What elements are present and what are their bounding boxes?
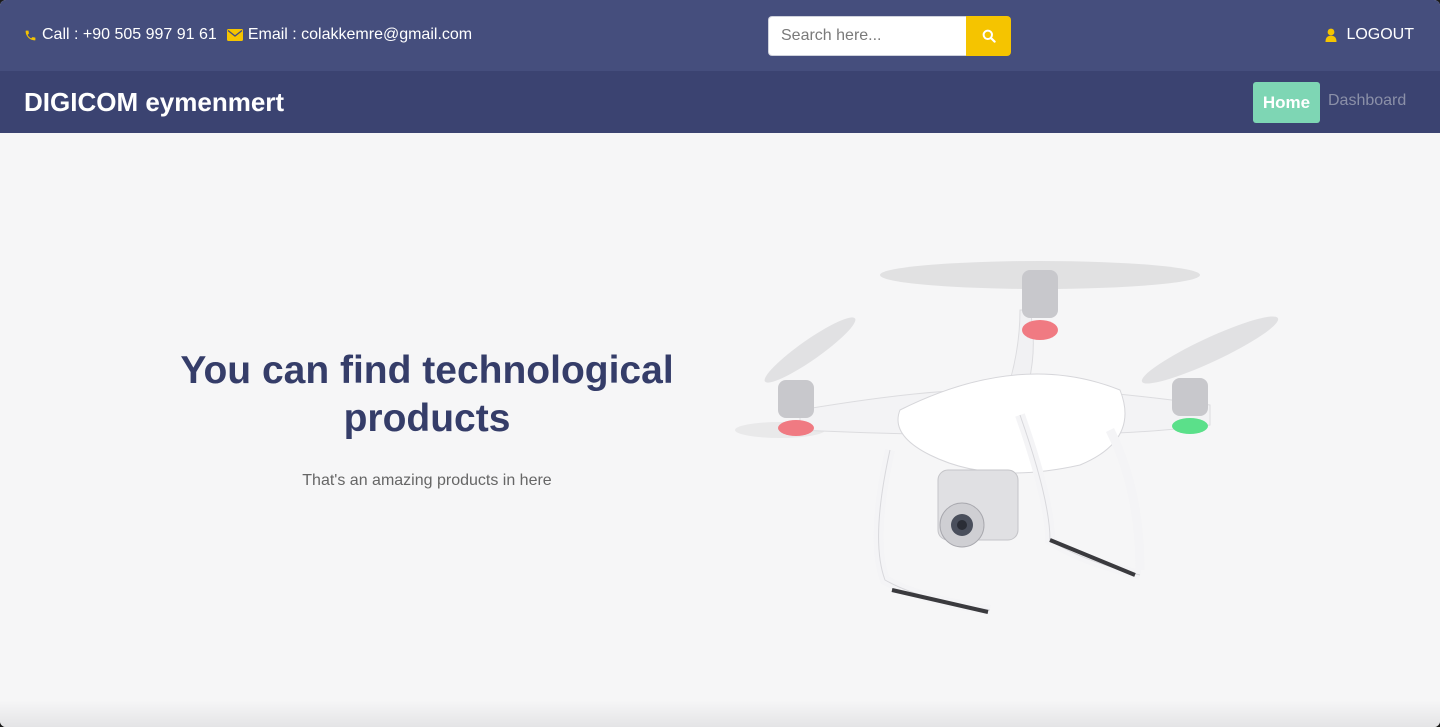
hero-subtitle: That's an amazing products in here: [302, 472, 552, 489]
main-navbar: DIGICOM eymenmert Home Dashboard: [0, 71, 1440, 133]
phone-icon: [25, 30, 36, 40]
contact-info: Call : +90 505 997 91 61 Email : colakke…: [24, 26, 482, 44]
drone-image: [735, 261, 1279, 615]
contact-email: Email : colakkemre@gmail.com: [226, 26, 473, 44]
logout-label: LOGOUT: [1346, 26, 1414, 43]
call-text: Call : +90 505 997 91 61: [42, 26, 217, 43]
search-button[interactable]: [966, 16, 1011, 56]
search-input[interactable]: [768, 16, 966, 56]
envelope-icon: [226, 29, 243, 41]
app-window: Call : +90 505 997 91 61 Email : colakke…: [0, 0, 1440, 727]
brand-logo[interactable]: DIGICOM eymenmert: [24, 87, 284, 118]
email-text: Email : colakkemre@gmail.com: [247, 26, 473, 43]
page-bottom-shadow: [0, 700, 1440, 727]
user-icon: [1325, 28, 1337, 42]
nav-home[interactable]: Home: [1253, 82, 1320, 123]
search-icon: [982, 29, 996, 43]
logout-button[interactable]: LOGOUT: [1325, 26, 1414, 44]
top-bar: Call : +90 505 997 91 61 Email : colakke…: [0, 0, 1440, 71]
search-bar: [768, 16, 1011, 56]
contact-call: Call : +90 505 997 91 61: [24, 26, 217, 44]
hero-title: You can find technological products: [180, 349, 674, 440]
nav-dashboard[interactable]: Dashboard: [1328, 92, 1406, 110]
